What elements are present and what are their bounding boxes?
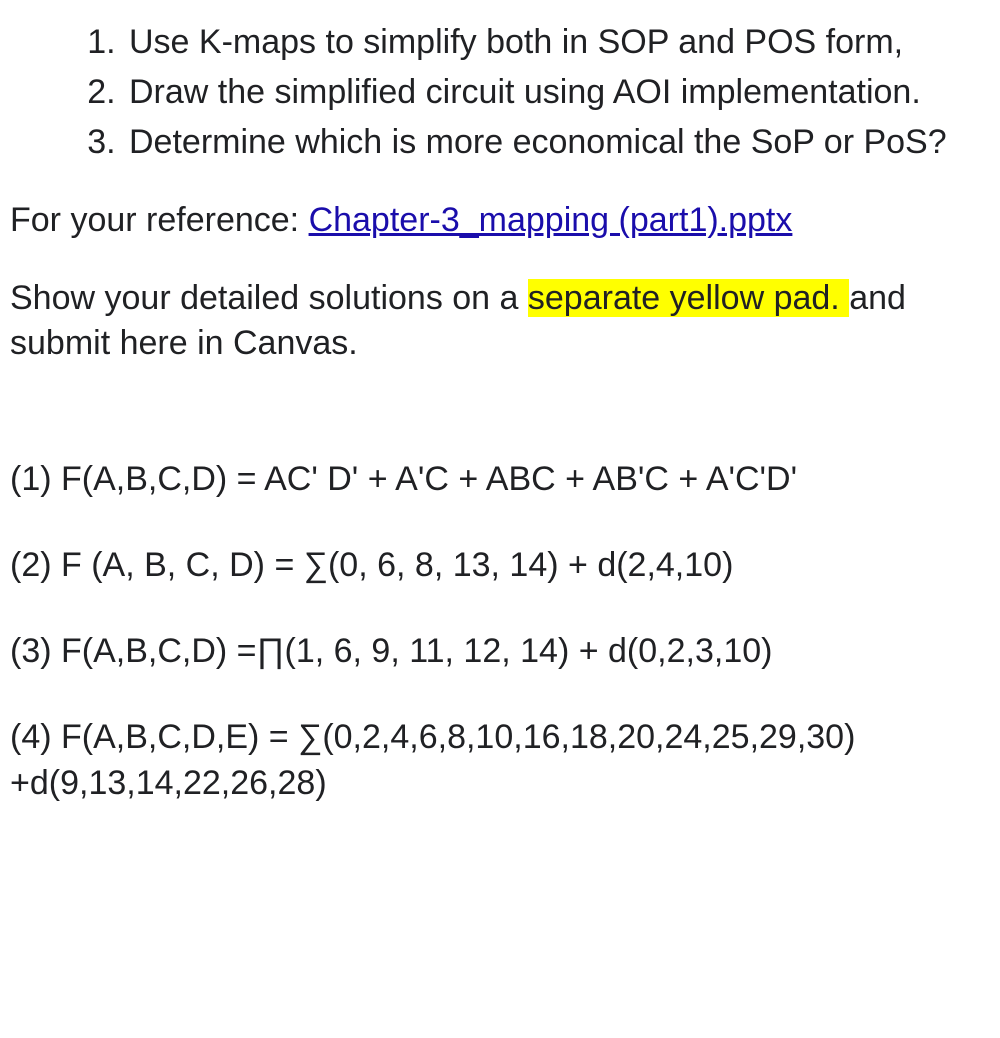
reference-link[interactable]: Chapter-3_mapping (part1).pptx [309,201,793,239]
submission-before: Show your detailed solutions on a [10,279,528,317]
instruction-item: Use K-maps to simplify both in SOP and P… [125,20,980,66]
problem-3: (3) F(A,B,C,D) =∏(1, 6, 9, 11, 12, 14) +… [10,629,980,675]
submission-highlight: separate yellow pad. [528,279,849,317]
instructions-list: Use K-maps to simplify both in SOP and P… [10,20,980,166]
problem-1: (1) F(A,B,C,D) = AC' D' + A'C + ABC + AB… [10,457,980,503]
problems-section: (1) F(A,B,C,D) = AC' D' + A'C + ABC + AB… [10,457,980,806]
submission-paragraph: Show your detailed solutions on a separa… [10,276,980,368]
reference-prefix: For your reference: [10,201,309,239]
reference-paragraph: For your reference: Chapter-3_mapping (p… [10,198,980,244]
problem-4: (4) F(A,B,C,D,E) = ∑(0,2,4,6,8,10,16,18,… [10,715,980,807]
problem-2: (2) F (A, B, C, D) = ∑(0, 6, 8, 13, 14) … [10,543,980,589]
instruction-item: Determine which is more economical the S… [125,120,980,166]
instruction-item: Draw the simplified circuit using AOI im… [125,70,980,116]
